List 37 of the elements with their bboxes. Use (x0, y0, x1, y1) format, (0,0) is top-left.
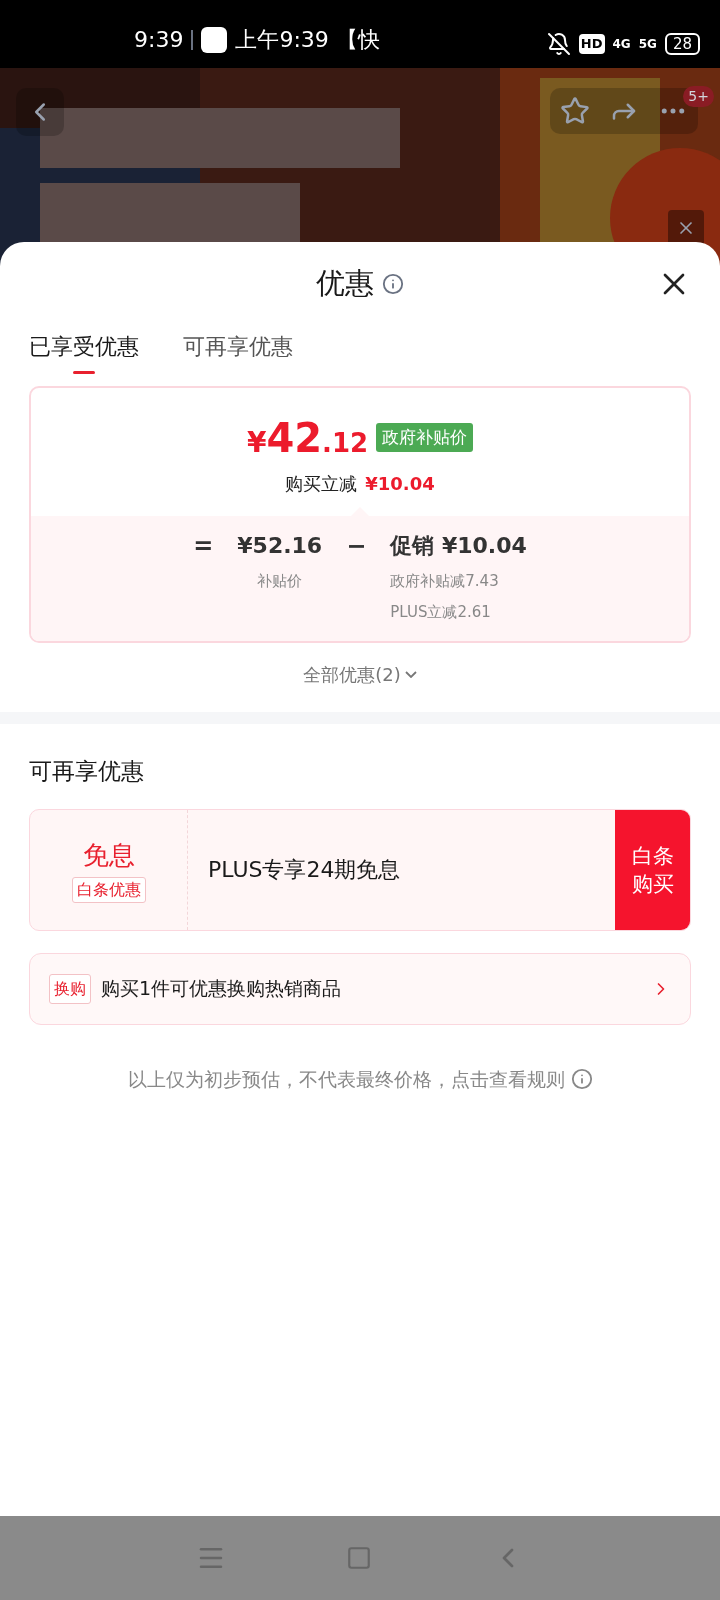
disclaimer-text[interactable]: 以上仅为初步预估，不代表最终价格，点击查看规则 (127, 1064, 565, 1093)
silent-icon (546, 32, 571, 56)
coupon-description: PLUS专享24期免息 (208, 856, 402, 884)
reduction-value: ¥10.04 (365, 471, 435, 496)
operator-sign: = (193, 531, 214, 562)
amount-value: 促销 ¥10.04 (390, 532, 527, 560)
amount-value: ¥52.16 (237, 532, 323, 560)
chevron-down-icon (404, 671, 417, 678)
tab[interactable]: 可再享优惠 (183, 326, 293, 374)
status-time: 9:39 (134, 26, 184, 54)
back-button[interactable] (16, 88, 64, 136)
amount-note: 政府补贴减7.43 (390, 571, 499, 592)
exchange-offer-row[interactable]: 换购 购买1件可优惠换购热销商品 (29, 952, 691, 1025)
amount-note: 补贴价 (257, 571, 303, 592)
tab[interactable]: 已享受优惠 (29, 326, 139, 374)
all-offers-toggle[interactable]: 全部优惠(2) (303, 661, 417, 688)
info-icon[interactable] (570, 1067, 593, 1090)
operator-sign: − (346, 531, 367, 562)
network-indicator: HD (578, 34, 605, 54)
price-tag: 政府补贴价 (376, 422, 474, 453)
calendar-app-icon (201, 26, 228, 53)
buy-button[interactable]: 白条 购买 (615, 809, 690, 930)
info-icon[interactable] (382, 273, 404, 295)
final-price: ¥42.12 (246, 413, 369, 463)
amount-note: PLUS立减2.61 (390, 601, 491, 623)
exchange-tag: 换购 (49, 973, 91, 1004)
network-indicator: 5G (638, 36, 657, 53)
notification-ticker: 上午9:39 【快 (235, 26, 380, 54)
coupon-tag: 白条优惠 (71, 877, 146, 903)
reduction-label: 购买立减 (285, 471, 358, 496)
network-indicator: 4G (612, 36, 631, 53)
star-icon[interactable] (559, 96, 590, 126)
exchange-text: 购买1件可优惠换购热销商品 (101, 976, 342, 1002)
sheet-title: 优惠 (316, 265, 374, 303)
section-heading: 可再享优惠 (29, 757, 145, 786)
battery-indicator: 28 (664, 33, 700, 55)
coupon-title: 免息 (82, 839, 135, 872)
